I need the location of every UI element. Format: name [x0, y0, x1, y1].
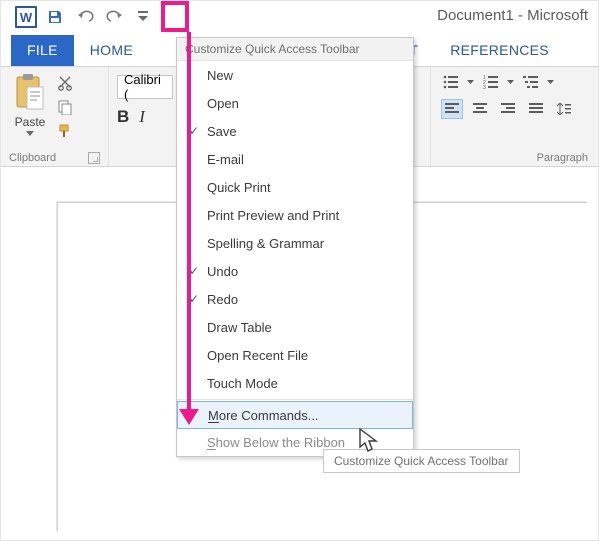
group-clipboard: Paste Clipboard: [1, 67, 109, 166]
menu-item-redo[interactable]: ✓Redo: [177, 285, 413, 313]
numbering-icon[interactable]: 123: [481, 73, 501, 91]
menu-item-save[interactable]: ✓Save: [177, 117, 413, 145]
redo-icon[interactable]: [103, 5, 127, 29]
menu-item-email[interactable]: E-mail: [177, 145, 413, 173]
bold-button[interactable]: B: [117, 107, 129, 127]
cut-icon[interactable]: [57, 75, 75, 93]
align-justify-button[interactable]: [525, 99, 547, 119]
align-right-button[interactable]: [497, 99, 519, 119]
clipboard-launcher-icon[interactable]: [88, 152, 100, 164]
numbering-dropdown-icon[interactable]: [507, 73, 515, 91]
menu-separator: [177, 399, 413, 400]
annotation-arrow-head-icon: [179, 409, 199, 425]
paragraph-group-label: Paragraph: [537, 152, 588, 164]
tab-file[interactable]: FILE: [11, 35, 74, 66]
customize-qat-button[interactable]: [131, 5, 155, 29]
tooltip: Customize Quick Access Toolbar: [323, 449, 520, 473]
line-spacing-button[interactable]: [553, 99, 575, 119]
clipboard-group-label: Clipboard: [9, 152, 56, 164]
menu-item-open[interactable]: Open: [177, 89, 413, 117]
mouse-cursor-icon: [359, 428, 379, 459]
annotation-highlight-box: [161, 1, 189, 32]
window-title: Document1 - Microsoft: [437, 7, 588, 24]
group-font: Calibri ( B I: [109, 67, 173, 166]
menu-item-more-commands[interactable]: More Commands...: [177, 401, 413, 429]
undo-icon[interactable]: [73, 5, 97, 29]
multilevel-list-icon[interactable]: [521, 73, 541, 91]
bullets-icon[interactable]: [441, 73, 461, 91]
font-family-combo[interactable]: Calibri (: [117, 75, 173, 99]
annotation-arrow-line: [187, 32, 191, 414]
paste-label: Paste: [15, 115, 46, 129]
menu-item-new[interactable]: New: [177, 61, 413, 89]
menu-item-undo[interactable]: ✓Undo: [177, 257, 413, 285]
menu-item-touch-mode[interactable]: Touch Mode: [177, 369, 413, 397]
word-app-icon: W: [15, 6, 37, 28]
align-center-button[interactable]: [469, 99, 491, 119]
save-icon[interactable]: [43, 5, 67, 29]
italic-button[interactable]: I: [139, 107, 145, 127]
menu-item-draw-table[interactable]: Draw Table: [177, 313, 413, 341]
paste-button[interactable]: Paste: [9, 73, 51, 141]
multilevel-dropdown-icon[interactable]: [547, 73, 555, 91]
customize-qat-menu: Customize Quick Access Toolbar New Open …: [176, 37, 414, 457]
menu-item-open-recent[interactable]: Open Recent File: [177, 341, 413, 369]
format-painter-icon[interactable]: [57, 123, 75, 141]
svg-text:3: 3: [483, 85, 486, 89]
tab-home[interactable]: HOME: [74, 35, 149, 66]
copy-icon[interactable]: [57, 99, 75, 117]
menu-item-print-preview[interactable]: Print Preview and Print: [177, 201, 413, 229]
menu-title: Customize Quick Access Toolbar: [177, 38, 413, 61]
tab-references[interactable]: REFERENCES: [434, 35, 565, 66]
align-left-button[interactable]: [441, 99, 463, 119]
menu-item-quick-print[interactable]: Quick Print: [177, 173, 413, 201]
bullets-dropdown-icon[interactable]: [467, 73, 475, 91]
menu-item-spelling[interactable]: Spelling & Grammar: [177, 229, 413, 257]
group-paragraph: 123 Paragraph: [430, 67, 598, 166]
